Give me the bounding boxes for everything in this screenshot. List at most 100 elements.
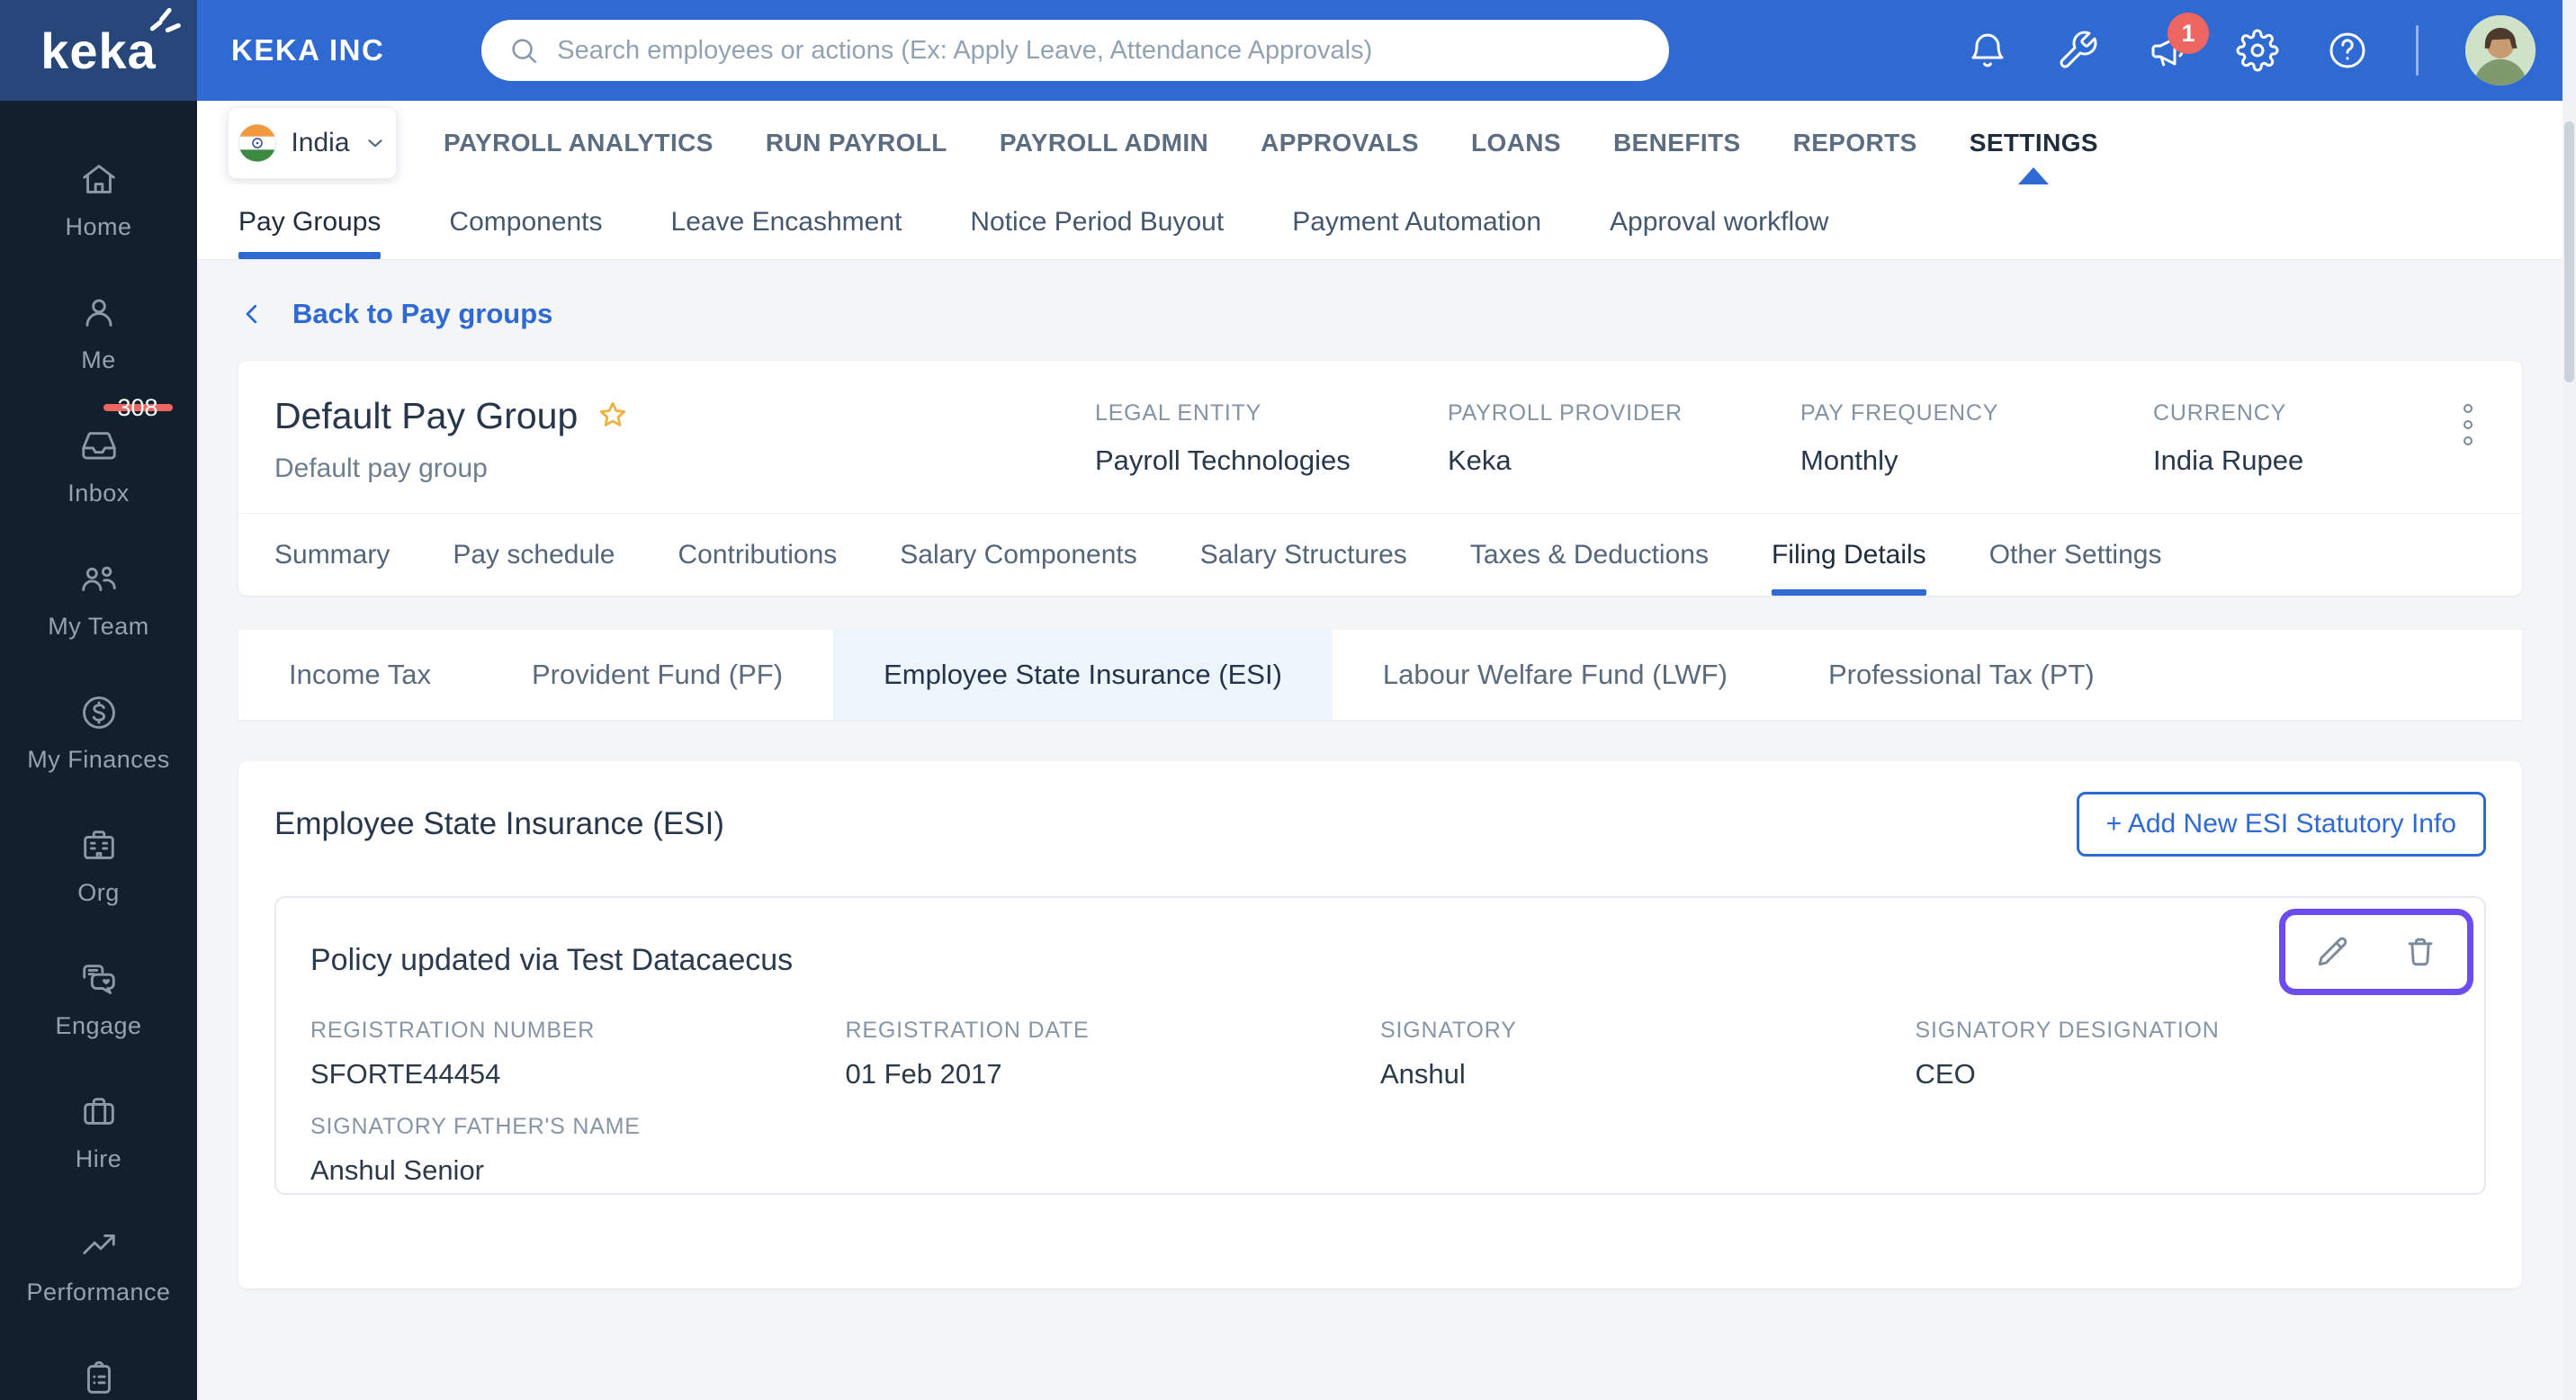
policy-title: Policy updated via Test Datacaecus (310, 943, 794, 977)
sidebar-item-inbox[interactable]: 308 Inbox (0, 395, 197, 533)
tab-summary[interactable]: Summary (274, 514, 390, 596)
sidebar-item-label: Performance (26, 1278, 171, 1306)
filing-detail-tabs: Income Tax Provident Fund (PF) Employee … (238, 630, 2522, 720)
chat-heart-icon (82, 964, 115, 994)
field-value: Keka (1448, 444, 1512, 476)
nav-run-payroll[interactable]: RUN PAYROLL (766, 101, 947, 184)
sidebar-item-label: Home (65, 212, 132, 240)
global-search (481, 20, 1670, 81)
search-input[interactable] (555, 34, 1643, 67)
scrollbar-track[interactable] (2563, 0, 2576, 1400)
subnav-payment-automation[interactable]: Payment Automation (1292, 184, 1541, 259)
sidebar-item-label: Hire (75, 1144, 122, 1172)
nav-payroll-analytics[interactable]: PAYROLL ANALYTICS (444, 101, 714, 184)
sidebar-item-my-finances[interactable]: My Finances (0, 666, 197, 799)
inbox-icon (81, 431, 116, 459)
field-label: PAYROLL PROVIDER (1448, 400, 1683, 426)
nav-benefits[interactable]: BENEFITS (1613, 101, 1741, 184)
pay-group-fields: LEGAL ENTITY Payroll Technologies PAYROL… (1095, 395, 2486, 484)
esi-panel: Employee State Insurance (ESI) + Add New… (238, 761, 2522, 1288)
sidebar-item-label: Me (81, 346, 116, 373)
sidebar-item-label: Org (77, 878, 120, 906)
nav-settings[interactable]: SETTINGS (1970, 101, 2098, 184)
sidebar-item-project[interactable]: Project (0, 1332, 197, 1400)
add-esi-statutory-info-button[interactable]: + Add New ESI Statutory Info (2076, 792, 2486, 857)
company-name: KEKA INC (231, 33, 385, 67)
tab-income-tax[interactable]: Income Tax (238, 630, 481, 720)
sidebar-item-engage[interactable]: Engage (0, 932, 197, 1065)
sidebar-item-org[interactable]: Org (0, 799, 197, 932)
clipboard-icon (86, 1360, 111, 1394)
sidebar-item-hire[interactable]: Hire (0, 1065, 197, 1198)
action-highlight-box (2279, 909, 2473, 995)
person-icon (85, 299, 112, 327)
tab-pay-schedule[interactable]: Pay schedule (453, 514, 615, 596)
scrollbar-thumb[interactable] (2564, 121, 2574, 382)
pay-group-tabs: Summary Pay schedule Contributions Salar… (238, 513, 2522, 596)
search-icon (512, 39, 537, 64)
pay-group-header: Default Pay Group Default pay group LEGA… (238, 361, 2522, 513)
home-icon (82, 164, 115, 193)
top-header: keka KEKA INC Search employees or action… (0, 0, 2563, 101)
subnav-notice-period-buyout[interactable]: Notice Period Buyout (970, 184, 1224, 259)
announcements-icon[interactable]: 1 (2146, 13, 2209, 72)
edit-pencil-icon[interactable] (2312, 932, 2352, 972)
nav-loans[interactable]: LOANS (1471, 101, 1561, 184)
field-value: CEO (1915, 1058, 1976, 1090)
field-value: India Rupee (2153, 444, 2304, 476)
esi-heading: Employee State Insurance (ESI) (274, 806, 724, 841)
tab-taxes-deductions[interactable]: Taxes & Deductions (1470, 514, 1709, 596)
settings-subnav: Pay Groups Components Leave Encashment N… (197, 184, 2563, 260)
keka-logo[interactable]: keka (0, 0, 197, 101)
tab-salary-components[interactable]: Salary Components (900, 514, 1136, 596)
tab-contributions[interactable]: Contributions (678, 514, 837, 596)
field-value: Payroll Technologies (1095, 444, 1351, 476)
field-label: SIGNATORY DESIGNATION (1915, 1018, 2220, 1043)
subnav-components[interactable]: Components (449, 184, 602, 259)
sidebar-item-my-team[interactable]: My Team (0, 533, 197, 666)
user-avatar[interactable] (2465, 15, 2536, 85)
header-divider (2416, 25, 2419, 76)
nav-reports[interactable]: REPORTS (1793, 101, 1917, 184)
tools-icon[interactable] (2056, 29, 2099, 72)
pay-group-title: Default Pay Group (274, 395, 579, 436)
logo-spark-icon (149, 7, 181, 32)
field-value: Anshul (1380, 1058, 1466, 1090)
subnav-approval-workflow[interactable]: Approval workflow (1610, 184, 1828, 259)
sidebar-item-label: My Team (48, 612, 149, 640)
sidebar-item-performance[interactable]: Performance (0, 1198, 197, 1332)
sidebar-item-home[interactable]: Home (0, 133, 197, 266)
help-icon[interactable] (2326, 29, 2369, 72)
delete-trash-icon[interactable] (2401, 932, 2440, 972)
back-link-label: Back to Pay groups (292, 298, 553, 329)
trend-up-icon (82, 1234, 115, 1254)
subnav-leave-encashment[interactable]: Leave Encashment (671, 184, 902, 259)
tab-provident-fund[interactable]: Provident Fund (PF) (481, 630, 833, 720)
nav-approvals[interactable]: APPROVALS (1261, 101, 1419, 184)
tab-filing-details[interactable]: Filing Details (1771, 514, 1926, 596)
nav-payroll-admin[interactable]: PAYROLL ADMIN (1000, 101, 1208, 184)
sidebar-item-label: Inbox (67, 479, 130, 507)
sidebar-item-me[interactable]: Me (0, 266, 197, 399)
briefcase-icon (83, 1097, 114, 1125)
tab-salary-structures[interactable]: Salary Structures (1200, 514, 1407, 596)
tab-employee-state-insurance[interactable]: Employee State Insurance (ESI) (833, 630, 1333, 720)
chevron-down-icon (367, 139, 382, 147)
tab-labour-welfare-fund[interactable]: Labour Welfare Fund (LWF) (1333, 630, 1778, 720)
chevron-left-icon (246, 304, 257, 324)
tab-professional-tax[interactable]: Professional Tax (PT) (1778, 630, 2145, 720)
country-label: India (291, 127, 350, 157)
module-nav-items: PAYROLL ANALYTICS RUN PAYROLL PAYROLL AD… (444, 101, 2098, 184)
favorite-star-icon[interactable] (594, 398, 632, 435)
logo-text: keka (40, 22, 157, 79)
subnav-pay-groups[interactable]: Pay Groups (238, 184, 381, 259)
tab-other-settings[interactable]: Other Settings (1989, 514, 2162, 596)
country-selector[interactable]: India (228, 106, 397, 179)
app-window: keka KEKA INC Search employees or action… (0, 0, 2576, 1400)
kebab-menu-icon[interactable] (2450, 400, 2486, 445)
back-to-pay-groups-link[interactable]: Back to Pay groups (238, 298, 552, 330)
notifications-bell-icon[interactable] (1966, 29, 2009, 72)
field-label: REGISTRATION DATE (845, 1018, 1090, 1043)
left-sidebar: Home Me 308 Inbox My Team My Finances Or… (0, 101, 197, 1400)
settings-gear-icon[interactable] (2236, 29, 2279, 72)
